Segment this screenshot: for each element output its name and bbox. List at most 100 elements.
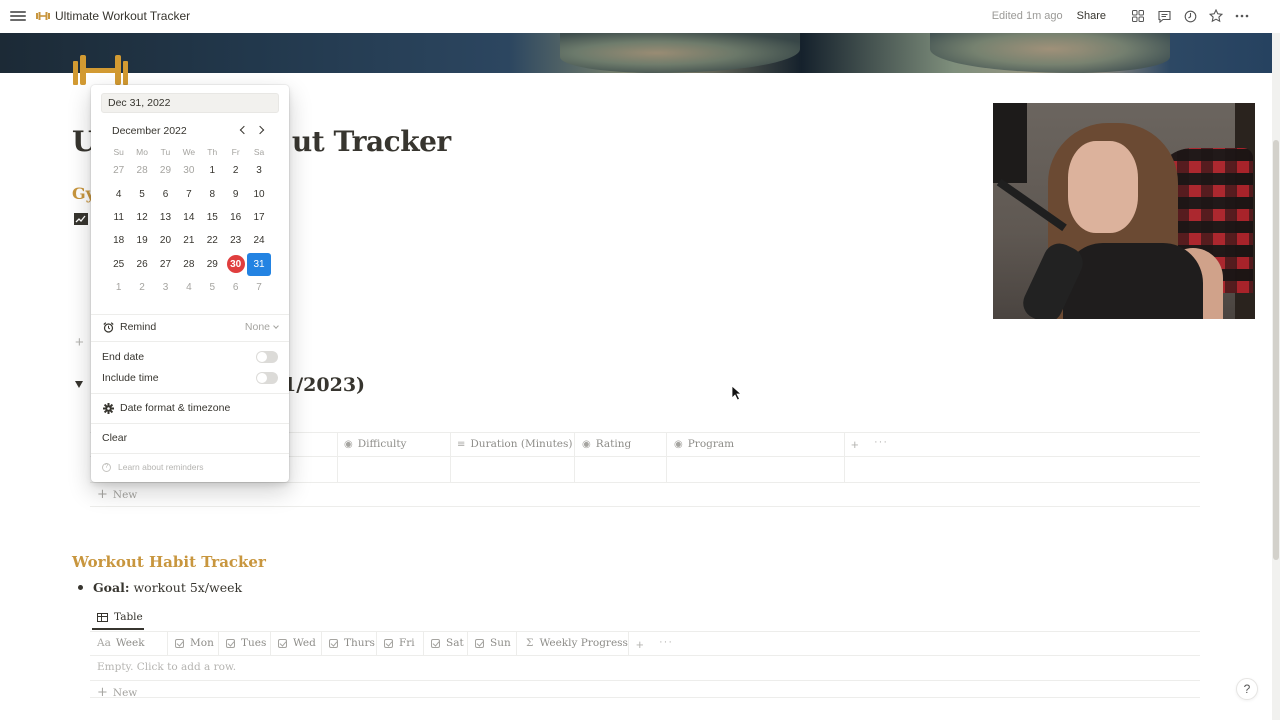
more-options-icon[interactable]: ··· [659,636,673,648]
calendar-day[interactable]: 29 [201,253,224,276]
calendar-day[interactable]: 3 [247,159,270,182]
scrollbar-thumb[interactable] [1273,140,1279,560]
toggle-arrow-icon[interactable] [75,381,83,388]
remind-dropdown[interactable]: None [245,321,279,333]
calendar-day[interactable]: 27 [154,253,177,276]
calendar-day[interactable]: 1 [201,159,224,182]
day-number: 8 [209,188,216,200]
calendar-day[interactable]: 23 [224,229,247,252]
help-button[interactable]: ? [1236,678,1258,700]
column-header-sun[interactable]: Sun [475,632,511,654]
calendar-day[interactable]: 5 [130,182,153,205]
checkbox-icon [226,638,235,648]
calendar-day[interactable]: 21 [177,229,200,252]
history-icon[interactable] [1182,8,1198,24]
add-property-plus-icon[interactable]: + [636,637,644,652]
calendar-day[interactable]: 12 [130,206,153,229]
more-options-icon[interactable]: ··· [874,436,888,448]
date-format-timezone-button[interactable]: Date format & timezone [102,398,278,418]
calendar-day-selected[interactable]: 31 [247,252,271,276]
day-number: 27 [159,258,172,270]
calendar-day[interactable]: 17 [247,206,270,229]
calendar-day[interactable]: 7 [247,276,270,299]
include-time-row[interactable]: Include time [102,368,278,388]
calendar-day[interactable]: 10 [247,182,270,205]
section-heading: 1/2023) [283,374,366,396]
calendar-day[interactable]: 28 [130,159,153,182]
page-icon-dumbbell[interactable] [73,55,129,85]
column-header-wed[interactable]: Wed [278,632,316,654]
tab-table-view[interactable]: Table [92,606,144,630]
checkbox-icon [278,638,287,648]
calendar-day[interactable]: 2 [130,276,153,299]
calendar-day[interactable]: 26 [130,253,153,276]
calendar-day[interactable]: 20 [154,229,177,252]
date-input[interactable]: Dec 31, 2022 [101,93,279,113]
next-month-button[interactable] [254,123,268,137]
sidebar-menu-icon[interactable] [10,9,26,25]
add-property-plus-icon[interactable]: + [851,437,859,452]
day-number: 29 [206,258,218,270]
end-date-toggle[interactable] [256,351,278,363]
star-icon[interactable] [1208,8,1224,24]
empty-table-add-row[interactable]: Empty. Click to add a row. [97,661,236,673]
calendar-day[interactable]: 4 [107,182,130,205]
column-header-tues[interactable]: Tues [226,632,266,654]
calendar-day[interactable]: 3 [154,276,177,299]
column-header-mon[interactable]: Mon [175,632,214,654]
calendar-day[interactable]: 24 [247,229,270,252]
calendar-day[interactable]: 5 [201,276,224,299]
include-time-toggle[interactable] [256,372,278,384]
breadcrumb-page[interactable]: Ultimate Workout Tracker [36,9,190,23]
comment-icon[interactable] [1156,8,1172,24]
select-icon: ◉ [344,438,353,450]
calendar-day[interactable]: 11 [107,206,130,229]
learn-about-reminders-link[interactable]: ? Learn about reminders [102,462,204,472]
column-header-weekly-progress[interactable]: Σ Weekly Progress [526,632,628,654]
calendar-day[interactable]: 28 [177,253,200,276]
column-header-rating[interactable]: ◉ Rating [582,432,631,456]
calendar-day[interactable]: 18 [107,229,130,252]
clear-button[interactable]: Clear [102,428,278,448]
calendar-day[interactable]: 27 [107,159,130,182]
chart-icon[interactable] [74,212,88,226]
day-number: 24 [253,235,265,247]
column-header-sat[interactable]: Sat [431,632,464,654]
column-header-difficulty[interactable]: ◉ Difficulty [344,432,406,456]
calendar-day[interactable]: 6 [154,182,177,205]
calendar-day[interactable]: 7 [177,182,200,205]
calendar-day[interactable]: 9 [224,182,247,205]
column-header-thurs[interactable]: Thurs [329,632,375,654]
column-header-fri[interactable]: Fri [384,632,415,654]
table-border [90,655,1200,656]
remind-row[interactable]: Remind None [102,317,279,337]
layout-icon[interactable] [1130,8,1146,24]
calendar-day[interactable]: 4 [177,276,200,299]
calendar-day[interactable]: 19 [130,229,153,252]
column-header-duration[interactable]: ≡ Duration (Minutes) [457,432,573,456]
calendar-day[interactable]: 22 [201,229,224,252]
calendar-day[interactable]: 8 [201,182,224,205]
column-header-program[interactable]: ◉ Program [674,432,734,456]
calendar-day-today[interactable]: 30 [224,253,247,276]
calendar-day[interactable]: 16 [224,206,247,229]
new-row-button[interactable]: + New [97,685,137,700]
calendar-day[interactable]: 29 [154,159,177,182]
calendar-day[interactable]: 6 [224,276,247,299]
calendar-day[interactable]: 13 [154,206,177,229]
previous-month-button[interactable] [235,123,249,137]
more-icon[interactable] [1234,8,1250,24]
new-row-button[interactable]: + New [97,487,137,502]
add-block-plus-icon[interactable]: + [75,334,84,351]
column-header-week[interactable]: Aa Week [97,632,145,654]
select-icon: ◉ [582,438,591,450]
calendar-day[interactable]: 2 [224,159,247,182]
share-button[interactable]: Share [1077,10,1106,22]
calendar-day[interactable]: 14 [177,206,200,229]
calendar-day[interactable]: 15 [201,206,224,229]
calendar-day[interactable]: 25 [107,253,130,276]
weekday-label: Th [207,147,218,157]
end-date-row[interactable]: End date [102,347,278,367]
calendar-day[interactable]: 30 [177,159,200,182]
calendar-day[interactable]: 1 [107,276,130,299]
